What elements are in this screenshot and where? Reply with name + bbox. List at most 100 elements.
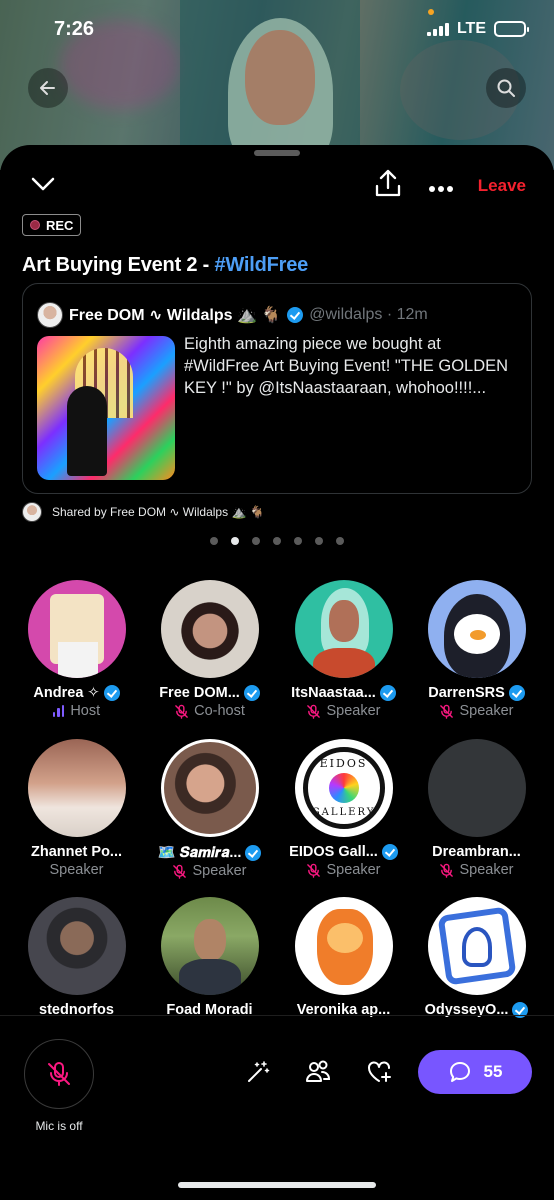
carousel-dot[interactable] (252, 537, 260, 545)
home-indicator[interactable] (178, 1182, 376, 1188)
signal-icon (426, 22, 449, 36)
verified-badge-icon (381, 844, 398, 860)
speaker-name-text: ItsNaastaa... (291, 685, 376, 701)
speaker-role-text: Speaker (192, 863, 247, 879)
verified-badge-icon (243, 685, 260, 701)
arrow-left-icon (40, 81, 55, 95)
search-icon (497, 79, 515, 97)
speaker-name-text: 🗺️ 𝑺𝒂𝒎𝒊𝒓𝒂... (157, 845, 242, 861)
speaker-tile[interactable]: stednorfos (10, 897, 143, 1018)
carousel-dot[interactable] (210, 537, 218, 545)
speaker-name: Andrea ✧ (10, 685, 143, 701)
avatar[interactable] (427, 580, 526, 678)
share-button[interactable] (374, 168, 402, 203)
avatar[interactable]: EIDOS GALLERY (294, 739, 393, 837)
carousel-pagination[interactable] (0, 537, 554, 545)
eidos-logo-top: EIDOS (319, 757, 368, 770)
mic-toggle-button[interactable] (24, 1039, 94, 1109)
avatar[interactable] (27, 580, 126, 678)
pinned-tweet-card[interactable]: Free DOM ∿ Wildalps ⛰️ 🐐 @wildalps · 12m… (22, 283, 532, 494)
mic-off-icon (439, 704, 454, 719)
speaker-tile[interactable]: DarrenSRS Speaker (410, 580, 543, 719)
speaker-tile[interactable]: EIDOS GALLERY EIDOS Gall... Speaker (277, 739, 410, 878)
speaker-tile[interactable]: Free DOM... Co-host (143, 580, 276, 719)
avatar[interactable] (294, 897, 393, 995)
privacy-indicator-dot (428, 9, 434, 15)
speaker-name-text: Free DOM... (159, 685, 240, 701)
speaker-role: Host (10, 703, 143, 719)
collapse-button[interactable] (30, 174, 56, 199)
status-time: 7:26 (54, 18, 95, 40)
speaker-tile[interactable]: ItsNaastaa... Speaker (277, 580, 410, 719)
avatar[interactable] (294, 580, 393, 678)
search-button[interactable] (486, 68, 526, 108)
verified-badge-icon (103, 685, 120, 701)
space-title-text: Art Buying Event 2 - (22, 254, 215, 276)
speaker-role: Speaker (410, 862, 543, 878)
speaker-role-text: Speaker (326, 703, 381, 719)
speaker-role-text: Co-host (194, 703, 245, 719)
avatar[interactable] (27, 739, 126, 837)
avatar (22, 502, 42, 522)
space-title-hashtag[interactable]: #WildFree (215, 254, 309, 276)
speaker-role-text: Speaker (459, 703, 514, 719)
carousel-dot[interactable] (231, 537, 239, 545)
speaker-role: Speaker (10, 862, 143, 878)
record-dot-icon (30, 220, 40, 230)
speaker-tile[interactable]: Foad Moradi (143, 897, 276, 1018)
carousel-dot[interactable] (336, 537, 344, 545)
avatar[interactable] (37, 302, 63, 328)
recording-badge: REC (22, 214, 82, 236)
avatar[interactable] (160, 897, 259, 995)
speaker-name-text: EIDOS Gall... (289, 844, 378, 860)
tweet-author-name[interactable]: Free DOM ∿ Wildalps ⛰️ 🐐 (69, 305, 281, 325)
network-label: LTE (456, 20, 486, 37)
tweet-handle-time: @wildalps · 12m (309, 306, 428, 323)
mic-off-icon (48, 1062, 70, 1086)
chevron-down-icon (31, 177, 55, 191)
battery-icon (494, 21, 529, 37)
tweet-text: Eighth amazing piece we bought at #WildF… (184, 335, 509, 397)
speaker-tile[interactable]: Dreambran... Speaker (410, 739, 543, 878)
speaker-name: Free DOM... (143, 685, 276, 701)
speaker-tile[interactable]: Andrea ✧ Host (10, 580, 143, 719)
status-indicators: LTE (426, 20, 529, 38)
speaker-name: Dreambran... (410, 844, 543, 860)
carousel-dot[interactable] (294, 537, 302, 545)
avatar[interactable] (160, 739, 259, 837)
people-button[interactable] (302, 1056, 334, 1088)
mic-off-icon (306, 863, 321, 878)
mic-off-icon (174, 704, 188, 719)
sheet-grabber[interactable] (254, 150, 300, 156)
bottom-divider (0, 1015, 554, 1016)
avatar[interactable] (160, 580, 259, 678)
tweet-artwork-image[interactable] (37, 336, 175, 480)
comments-button[interactable]: 55 (418, 1050, 532, 1094)
verified-badge-icon (379, 685, 396, 701)
avatar[interactable] (27, 897, 126, 995)
shared-by: Shared by Free DOM ∿ Wildalps ⛰️ 🐐 (22, 502, 265, 522)
mic-off-icon (306, 704, 321, 719)
speaker-tile[interactable]: 🗺️ 𝑺𝒂𝒎𝒊𝒓𝒂... Speaker (143, 739, 276, 879)
speaker-role-text: Speaker (459, 862, 514, 878)
back-button[interactable] (28, 68, 68, 108)
avatar[interactable] (427, 739, 526, 837)
carousel-dot[interactable] (273, 537, 281, 545)
speaker-role-text: Speaker (326, 862, 381, 878)
magic-wand-icon (248, 1061, 270, 1082)
carousel-dot[interactable] (315, 537, 323, 545)
speaker-name-text: DarrenSRS (428, 685, 505, 701)
more-options-button[interactable] (428, 180, 454, 198)
speaker-name-text: Zhannet Po... (30, 844, 123, 860)
speaker-tile[interactable]: Veronika ap... (277, 897, 410, 1018)
verified-badge-icon (287, 307, 304, 323)
leave-button[interactable]: Leave (478, 176, 526, 196)
mic-off-icon (172, 864, 187, 879)
avatar[interactable] (427, 897, 526, 995)
speaker-tile[interactable]: OdysseyO... (410, 897, 543, 1018)
speaker-tile[interactable]: Zhannet Po... Speaker (10, 739, 143, 878)
effects-button[interactable] (242, 1056, 274, 1088)
comments-count: 55 (483, 1062, 503, 1081)
react-button[interactable] (364, 1056, 396, 1088)
speaker-role-text: Host (70, 703, 101, 719)
